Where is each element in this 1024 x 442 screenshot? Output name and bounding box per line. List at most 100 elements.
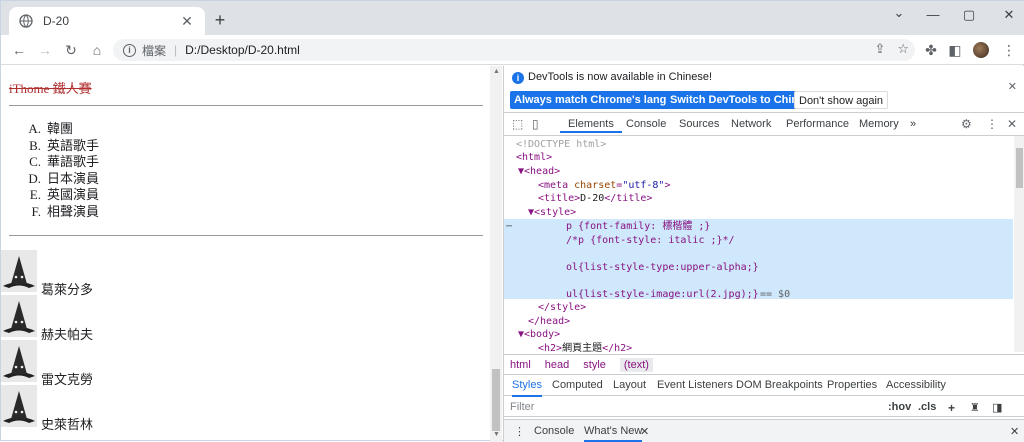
info-icon[interactable]: i xyxy=(123,43,136,57)
styles-filter-bar: Filter :hov .cls + ♜ ◨ xyxy=(504,397,1024,417)
scrollbar-thumb[interactable] xyxy=(492,369,500,431)
side-panel-icon[interactable]: ◧ xyxy=(945,40,965,60)
list-item: 雷文克勞 xyxy=(41,372,94,387)
close-banner-icon[interactable]: ✕ xyxy=(1008,80,1017,93)
add-rule-icon[interactable]: + xyxy=(948,401,955,415)
tab-event-listeners[interactable]: Event Listeners xyxy=(657,379,733,391)
tab-styles[interactable]: Styles xyxy=(512,379,542,397)
drawer-tab-console[interactable]: Console xyxy=(534,425,574,437)
reload-button[interactable]: ↻ xyxy=(61,40,81,60)
divider xyxy=(9,235,483,236)
list-item: 史萊哲林 xyxy=(41,417,94,432)
tab-computed[interactable]: Computed xyxy=(552,379,603,391)
code-line[interactable]: ▼<head> xyxy=(518,165,560,179)
tab-accessibility[interactable]: Accessibility xyxy=(886,379,946,391)
tab-memory[interactable]: Memory xyxy=(859,118,899,130)
tab-network[interactable]: Network xyxy=(731,118,771,130)
filter-input[interactable]: Filter xyxy=(510,401,534,413)
close-devtools-icon[interactable]: ✕ xyxy=(1007,117,1017,131)
tab-dom-breakpoints[interactable]: DOM Breakpoints xyxy=(736,379,823,391)
drawer-menu-icon[interactable]: ⋮ xyxy=(514,425,525,438)
omnibox-scheme-label: 檔案 xyxy=(142,43,167,58)
minimize-button[interactable]: — xyxy=(923,5,943,25)
scroll-down-icon[interactable]: ▼ xyxy=(493,431,500,438)
share-icon[interactable]: ⇪ xyxy=(874,41,885,57)
gear-icon[interactable]: ⚙ xyxy=(961,117,972,131)
browser-toolbar: ← → ↻ ⌂ i 檔案 | D:/Desktop/D-20.html ⇪ ☆ … xyxy=(1,35,1024,65)
code-line[interactable]: <title>D-20</title> xyxy=(538,192,652,206)
computed-sidebar-icon[interactable]: ◨ xyxy=(992,401,1002,414)
dont-show-again-button[interactable]: Don't show again xyxy=(794,91,889,109)
maximize-button[interactable]: ▢ xyxy=(959,5,979,25)
avatar[interactable] xyxy=(973,42,989,58)
crumb-head[interactable]: head xyxy=(545,359,569,371)
web-page: iThome 鐵人賽 A. 韓團 B. 英語歌手 C. 華語歌手 D. 日本演員 E. 英… xyxy=(1,66,490,442)
elements-tree[interactable]: <!DOCTYPE html> <html> ▼<head> <meta cha… xyxy=(504,136,1013,352)
browser-tab[interactable]: D-20 ✕ xyxy=(9,7,205,35)
forward-button[interactable]: → xyxy=(35,40,55,60)
banner-message: DevTools is now available in Chinese! xyxy=(528,71,713,83)
new-tab-button[interactable]: + xyxy=(210,9,230,31)
witch-hat-image xyxy=(1,340,37,382)
tab-properties[interactable]: Properties xyxy=(827,379,877,391)
hov-toggle[interactable]: :hov xyxy=(888,401,911,413)
code-line[interactable]: <meta charset="utf-8"> xyxy=(538,179,671,193)
close-drawer-tab-icon[interactable]: ✕ xyxy=(640,425,649,438)
device-toggle-icon[interactable]: ▯ xyxy=(532,117,539,131)
crumb-text[interactable]: (text) xyxy=(619,357,653,372)
code-line[interactable]: <!DOCTYPE html> xyxy=(516,138,606,152)
styles-subtabs: Styles Computed Layout Event Listeners D… xyxy=(504,374,1024,397)
witch-hat-image xyxy=(1,250,37,292)
menu-icon[interactable]: ⋮ xyxy=(999,40,1019,60)
chevron-down-icon[interactable]: ⌄ xyxy=(889,3,909,23)
code-line[interactable]: <h2>網頁主題</h2> xyxy=(538,342,632,352)
url-text[interactable]: D:/Desktop/D-20.html xyxy=(185,43,300,57)
code-line[interactable]: ▼<body> xyxy=(518,328,560,342)
list-item: F. 相聲演員 xyxy=(31,203,100,219)
language-banner: i DevTools is now available in Chinese! … xyxy=(504,66,1024,112)
style-line[interactable]: p {font-family: 標楷體 ;} xyxy=(566,220,710,234)
tab-performance[interactable]: Performance xyxy=(786,118,849,130)
omnibox[interactable]: i 檔案 | D:/Desktop/D-20.html ⇪ ☆ xyxy=(113,39,915,61)
home-button[interactable]: ⌂ xyxy=(87,40,107,60)
crumb-style[interactable]: style xyxy=(583,359,606,371)
list-item: 葛萊分多 xyxy=(41,282,94,297)
star-icon[interactable]: ☆ xyxy=(897,41,909,57)
list-item: A. 韓團 xyxy=(28,121,74,136)
back-button[interactable]: ← xyxy=(9,40,29,60)
format-painter-icon[interactable]: ♜ xyxy=(970,401,980,414)
list-item: E. 英國演員 xyxy=(29,187,100,202)
tab-layout[interactable]: Layout xyxy=(613,379,646,391)
close-tab-icon[interactable]: ✕ xyxy=(179,13,195,30)
style-line[interactable]: ol{list-style-type:upper-alpha;} xyxy=(566,261,759,275)
close-window-button[interactable]: ✕ xyxy=(999,5,1019,25)
devtools-tabs: ⬚ ▯ Elements Console Sources Network Per… xyxy=(504,112,1024,136)
style-line[interactable]: /*p {font-style: italic ;}*/ xyxy=(566,234,735,248)
omnibox-separator: | xyxy=(174,43,178,57)
page-scrollbar[interactable]: ▲ ▼ xyxy=(490,66,502,442)
dollar0-marker: == $0 xyxy=(760,289,791,300)
code-line[interactable]: </head> xyxy=(528,315,570,329)
more-tabs-icon[interactable]: » xyxy=(910,118,916,130)
drawer-tab-whats-new[interactable]: What's New xyxy=(584,425,643,442)
extensions-icon[interactable]: ✤ xyxy=(921,40,941,60)
code-line[interactable]: ▼<style> xyxy=(528,206,576,220)
tab-elements[interactable]: Elements xyxy=(560,113,622,133)
scrollbar-thumb[interactable] xyxy=(1016,148,1023,188)
elements-scrollbar[interactable] xyxy=(1014,136,1024,352)
globe-icon xyxy=(19,14,33,28)
inspect-icon[interactable]: ⬚ xyxy=(512,117,523,131)
close-drawer-icon[interactable]: ✕ xyxy=(1010,425,1019,438)
list-item: 赫夫帕夫 xyxy=(41,327,94,342)
code-line[interactable]: <html> xyxy=(516,151,552,165)
tab-console[interactable]: Console xyxy=(626,118,666,130)
code-line[interactable]: </style> xyxy=(538,301,586,315)
style-line[interactable]: ul{list-style-image:url(2.jpg);} xyxy=(566,288,759,302)
kebab-menu-icon[interactable]: ⋮ xyxy=(986,117,998,131)
devtools-panel: i DevTools is now available in Chinese! … xyxy=(503,66,1024,442)
node-ellipsis[interactable]: ⋯ xyxy=(506,220,512,234)
cls-toggle[interactable]: .cls xyxy=(918,401,936,413)
scroll-up-icon[interactable]: ▲ xyxy=(493,68,500,75)
crumb-html[interactable]: html xyxy=(510,359,531,371)
tab-sources[interactable]: Sources xyxy=(679,118,719,130)
